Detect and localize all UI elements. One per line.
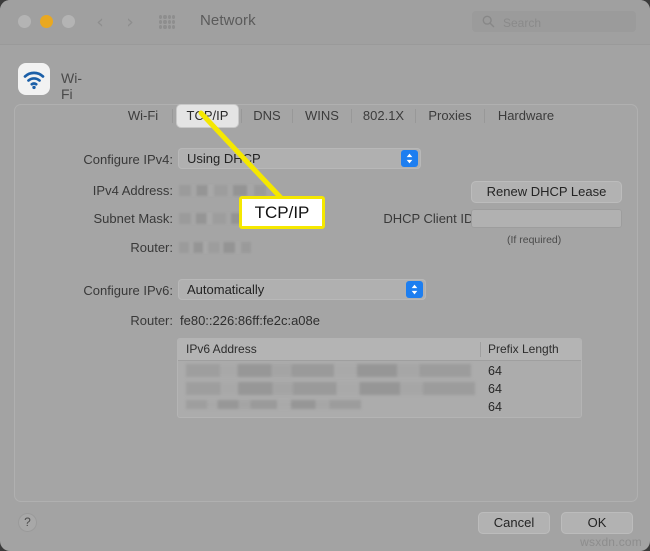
renew-dhcp-lease-button[interactable]: Renew DHCP Lease: [471, 181, 622, 203]
ipv6-router-value: fe80::226:86ff:fe2c:a08e: [180, 313, 320, 328]
ipv4-router-value: [179, 242, 251, 253]
prefix-length-value: 64: [488, 364, 502, 378]
cancel-button[interactable]: Cancel: [478, 512, 550, 534]
tab-hardware[interactable]: Hardware: [488, 105, 564, 127]
dhcp-client-id-input[interactable]: [471, 209, 622, 228]
forward-button[interactable]: ›: [121, 11, 139, 33]
configure-ipv4-label: Configure IPv4:: [83, 152, 173, 167]
dhcp-client-id-hint: (If required): [507, 234, 562, 246]
back-button[interactable]: ‹: [91, 11, 109, 33]
ipv6-address-value: [186, 364, 471, 377]
prefix-length-value: 64: [488, 400, 502, 414]
minimize-window-button[interactable]: [40, 15, 53, 28]
dhcp-client-id-label: DHCP Client ID:: [383, 211, 477, 226]
configure-ipv6-value: Automatically: [187, 282, 265, 297]
window-titlebar: ‹ › Network: [0, 0, 650, 45]
configure-ipv6-dropdown[interactable]: Automatically: [178, 279, 426, 300]
tab-separator: [292, 109, 293, 123]
tab-tcpip[interactable]: TCP/IP: [177, 105, 238, 127]
table-row[interactable]: 64: [178, 380, 581, 398]
table-row[interactable]: 64: [178, 398, 581, 416]
settings-tab-bar: Wi-Fi TCP/IP DNS WINS 802.1X Proxies Har…: [15, 105, 637, 135]
tab-8021x[interactable]: 802.1X: [355, 105, 412, 127]
subnet-mask-label: Subnet Mask:: [93, 211, 174, 226]
tab-separator: [172, 109, 173, 123]
tab-proxies[interactable]: Proxies: [419, 105, 481, 127]
column-header-prefix-length: Prefix Length: [488, 342, 559, 356]
ok-button[interactable]: OK: [561, 512, 633, 534]
callout-label: TCP/IP: [239, 196, 325, 229]
chevron-updown-icon: [406, 281, 423, 298]
ipv6-table-header: IPv6 Address Prefix Length: [178, 339, 581, 361]
ipv6-address-table[interactable]: IPv6 Address Prefix Length 64 64 64: [177, 338, 582, 418]
tab-separator: [484, 109, 485, 123]
ipv6-address-value: [186, 400, 361, 409]
close-window-button[interactable]: [18, 15, 31, 28]
service-name: Wi-Fi: [61, 70, 82, 102]
column-header-ipv6-address: IPv6 Address: [186, 342, 257, 356]
window-title: Network: [200, 12, 256, 29]
configure-ipv6-label: Configure IPv6:: [83, 283, 173, 298]
prefix-length-value: 64: [488, 382, 502, 396]
tab-separator: [415, 109, 416, 123]
chevron-updown-icon: [401, 150, 418, 167]
callout-text: TCP/IP: [254, 203, 310, 222]
ipv4-address-value: [179, 185, 266, 196]
ipv4-router-label: Router:: [130, 240, 173, 255]
tab-wifi[interactable]: Wi-Fi: [118, 105, 168, 127]
tab-wins[interactable]: WINS: [296, 105, 348, 127]
search-icon: [482, 15, 495, 28]
table-row[interactable]: 64: [178, 362, 581, 380]
help-button[interactable]: ?: [18, 513, 37, 532]
ipv6-address-value: [186, 382, 475, 395]
wifi-icon: [18, 63, 50, 95]
show-all-preferences-icon[interactable]: [159, 15, 175, 29]
tab-separator: [351, 109, 352, 123]
column-divider: [480, 342, 481, 357]
search-field[interactable]: [472, 11, 636, 34]
search-input[interactable]: [501, 11, 630, 34]
tab-separator: [241, 109, 242, 123]
zoom-window-button[interactable]: [62, 15, 75, 28]
tab-dns[interactable]: DNS: [245, 105, 289, 127]
configure-ipv4-dropdown[interactable]: Using DHCP: [178, 148, 421, 169]
ipv6-router-label: Router:: [130, 313, 173, 328]
tcpip-settings-panel: Wi-Fi TCP/IP DNS WINS 802.1X Proxies Har…: [14, 104, 638, 502]
watermark: wsxdn.com: [580, 535, 642, 549]
ipv4-address-label: IPv4 Address:: [92, 183, 173, 198]
configure-ipv4-value: Using DHCP: [187, 151, 261, 166]
network-preferences-window: ‹ › Network Wi-Fi Wi-F: [0, 0, 650, 551]
